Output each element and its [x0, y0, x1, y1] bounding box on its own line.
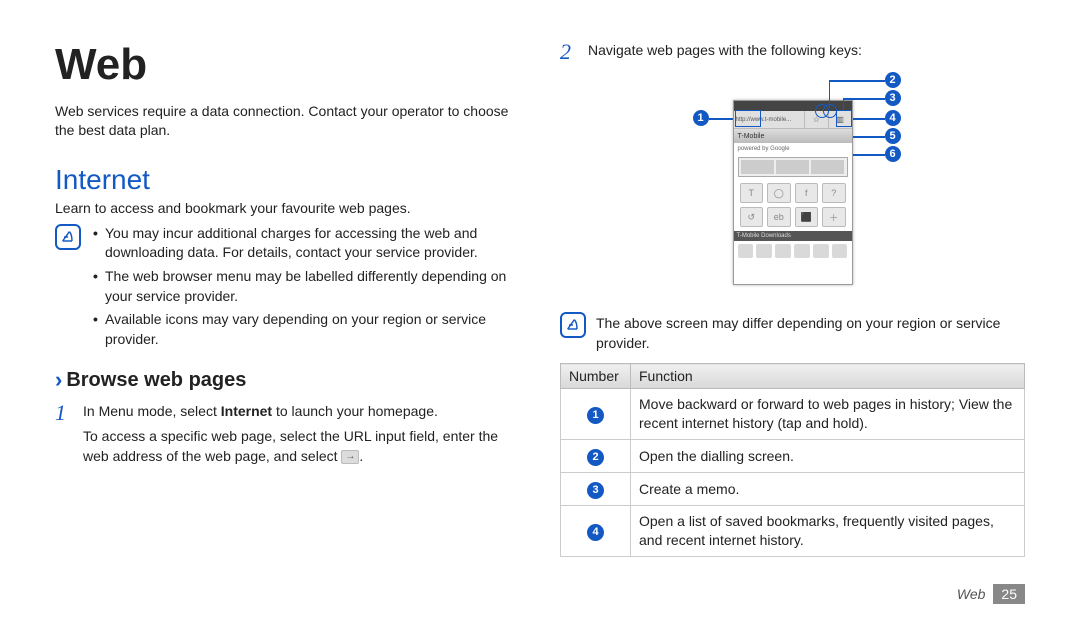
step1-text-b: to launch your homepage.: [272, 403, 438, 419]
table-row: 4 Open a list of saved bookmarks, freque…: [561, 506, 1025, 557]
table-header-number: Number: [561, 364, 631, 389]
callout-2: 2: [885, 72, 901, 88]
callout-5: 5: [885, 128, 901, 144]
step1-para2-a: To access a specific web page, select th…: [83, 428, 498, 464]
table-row: 1 Move backward or forward to web pages …: [561, 389, 1025, 440]
phone-screenshot: http://www.t-mobile... ☆ ▥ T-Mobile powe…: [733, 100, 853, 285]
section-description: Learn to access and bookmark your favour…: [55, 200, 520, 216]
step1-bold: Internet: [221, 403, 272, 419]
subhead-browse: › Browse web pages: [55, 367, 520, 393]
table-row: 3 Create a memo.: [561, 473, 1025, 506]
chevron-right-icon: ›: [55, 367, 62, 393]
note-bullet: You may incur additional charges for acc…: [91, 224, 520, 263]
step-2: 2 Navigate web pages with the following …: [560, 40, 1025, 64]
right-column: 2 Navigate web pages with the following …: [560, 40, 1025, 564]
row-function: Create a memo.: [631, 473, 1025, 506]
powered-by: powered by Google: [734, 143, 852, 155]
row-badge: 3: [587, 482, 604, 499]
note-text: The above screen may differ depending on…: [596, 310, 1025, 353]
row-function: Open the dialling screen.: [631, 440, 1025, 473]
go-arrow-icon: →: [341, 450, 359, 464]
note-block: You may incur additional charges for acc…: [55, 222, 520, 354]
row-badge: 4: [587, 524, 604, 541]
intro-text: Web services require a data connection. …: [55, 102, 520, 140]
note-block-right: The above screen may differ depending on…: [560, 310, 1025, 353]
callout-6: 6: [885, 146, 901, 162]
row-badge: 1: [587, 407, 604, 424]
note-bullet: Available icons may vary depending on yo…: [91, 310, 520, 349]
step-1: 1 In Menu mode, select Internet to launc…: [55, 401, 520, 466]
row-function: Open a list of saved bookmarks, frequent…: [631, 506, 1025, 557]
page-title: Web: [55, 40, 520, 90]
callout-3: 3: [885, 90, 901, 106]
callout-1: 1: [693, 110, 709, 126]
carrier-title: T-Mobile: [734, 129, 852, 143]
category-bar: T-Mobile Downloads: [734, 231, 852, 241]
step-body: Navigate web pages with the following ke…: [588, 40, 1025, 64]
screenshot-diagram: http://www.t-mobile... ☆ ▥ T-Mobile powe…: [663, 70, 923, 300]
note-icon: [55, 224, 81, 250]
category-grid: [734, 241, 852, 261]
row-function: Move backward or forward to web pages in…: [631, 389, 1025, 440]
step1-text-a: In Menu mode, select: [83, 403, 221, 419]
table-header-function: Function: [631, 364, 1025, 389]
table-row: 2 Open the dialling screen.: [561, 440, 1025, 473]
step-number: 1: [55, 401, 75, 466]
footer-section: Web: [957, 586, 986, 602]
footer-page: 25: [993, 584, 1025, 604]
left-column: Web Web services require a data connecti…: [55, 40, 520, 564]
page-footer: Web 25: [55, 584, 1025, 604]
callout-4: 4: [885, 110, 901, 126]
note-icon: [560, 312, 586, 338]
step-body: In Menu mode, select Internet to launch …: [83, 401, 520, 466]
row-badge: 2: [587, 449, 604, 466]
step1-para2-b: .: [359, 448, 363, 464]
app-grid: T◯f? ↺eb⬛＋: [734, 179, 852, 231]
note-bullet: The web browser menu may be labelled dif…: [91, 267, 520, 306]
note-bullets: You may incur additional charges for acc…: [91, 222, 520, 354]
promo-banner: [738, 157, 848, 177]
step-number: 2: [560, 40, 580, 64]
subhead-label: Browse web pages: [66, 369, 246, 392]
section-heading-internet: Internet: [55, 164, 520, 196]
function-table: Number Function 1 Move backward or forwa…: [560, 363, 1025, 556]
